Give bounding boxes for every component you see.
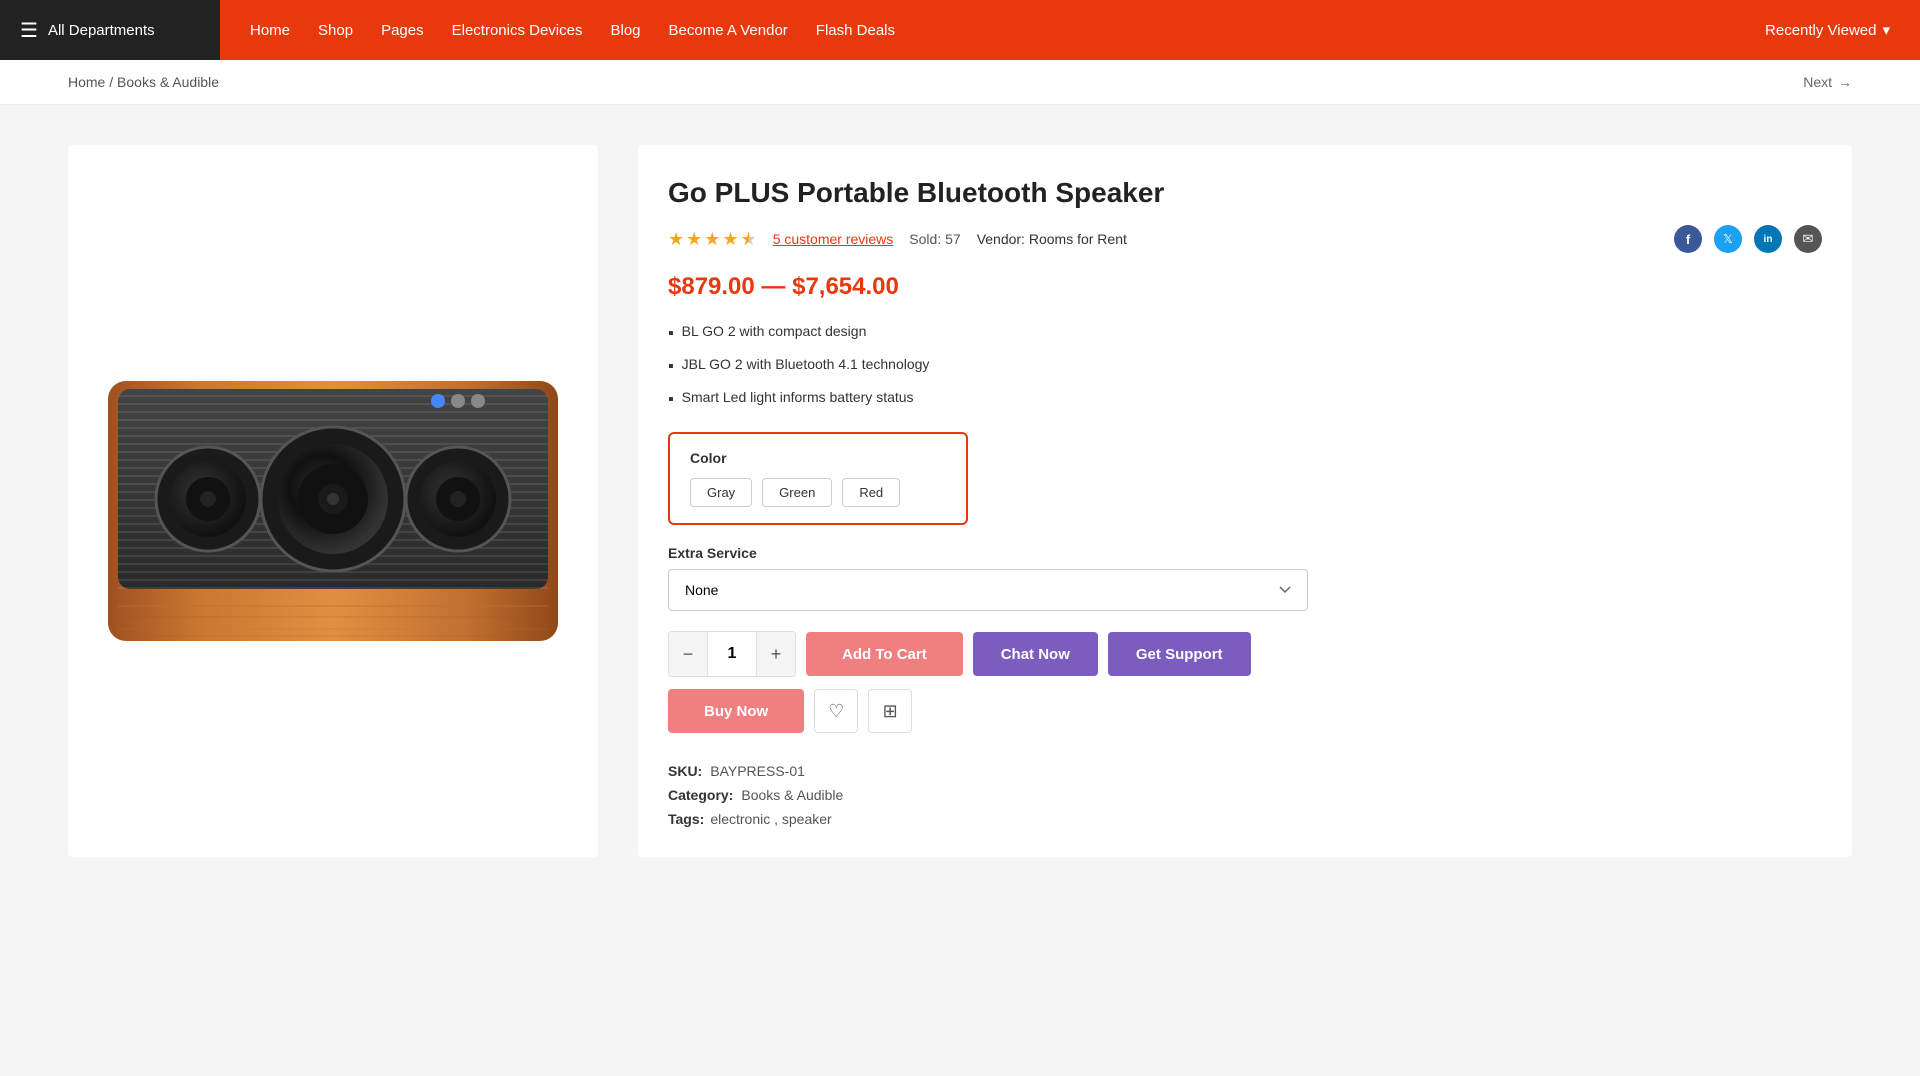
color-label: Color bbox=[690, 450, 946, 466]
breadcrumb: Home / Books & Audible bbox=[68, 74, 219, 90]
sku-value: BAYPRESS-01 bbox=[710, 763, 805, 779]
social-share: f 𝕏 in ✉ bbox=[1674, 225, 1822, 253]
star-2: ★ bbox=[686, 229, 702, 250]
main-content: Go PLUS Portable Bluetooth Speaker ★ ★ ★… bbox=[0, 105, 1920, 897]
secondary-row: Buy Now ♡ ⊞ bbox=[668, 689, 1822, 733]
chevron-down-icon: ▾ bbox=[1882, 21, 1890, 39]
sold-count: Sold: 57 bbox=[909, 231, 960, 247]
nav-shop[interactable]: Shop bbox=[318, 22, 353, 39]
action-row: − + Add To Cart Chat Now Get Support bbox=[668, 631, 1822, 677]
feature-item: ▪ BL GO 2 with compact design bbox=[668, 321, 1822, 346]
category-value: Books & Audible bbox=[741, 787, 843, 803]
sku-row: SKU: BAYPRESS-01 bbox=[668, 763, 1822, 779]
quantity-increase-btn[interactable]: + bbox=[757, 632, 795, 676]
all-departments-btn[interactable]: ☰ All Departments bbox=[0, 0, 220, 60]
buy-now-button[interactable]: Buy Now bbox=[668, 689, 804, 733]
star-5-half: ★★ bbox=[741, 229, 757, 250]
color-btn-green[interactable]: Green bbox=[762, 478, 832, 507]
bullet-icon: ▪ bbox=[668, 355, 674, 379]
nav-electronics[interactable]: Electronics Devices bbox=[452, 22, 583, 39]
hamburger-icon: ☰ bbox=[20, 18, 38, 43]
category-row: Category: Books & Audible bbox=[668, 787, 1822, 803]
add-to-cart-button[interactable]: Add To Cart bbox=[806, 632, 963, 676]
twitter-share-btn[interactable]: 𝕏 bbox=[1714, 225, 1742, 253]
nav-home[interactable]: Home bbox=[250, 22, 290, 39]
nav-flash-deals[interactable]: Flash Deals bbox=[816, 22, 895, 39]
recently-viewed-menu[interactable]: Recently Viewed ▾ bbox=[1735, 21, 1920, 39]
color-section: Color Gray Green Red bbox=[668, 432, 968, 525]
feature-item: ▪ Smart Led light informs battery status bbox=[668, 387, 1822, 412]
heart-icon: ♡ bbox=[828, 701, 844, 722]
color-options: Gray Green Red bbox=[690, 478, 946, 507]
tags-label: Tags: bbox=[668, 811, 704, 827]
breadcrumb-current: Books & Audible bbox=[117, 74, 219, 90]
main-nav: Home Shop Pages Electronics Devices Blog… bbox=[220, 22, 1735, 39]
nav-vendor[interactable]: Become A Vendor bbox=[669, 22, 788, 39]
quantity-decrease-btn[interactable]: − bbox=[669, 632, 707, 676]
bullet-icon: ▪ bbox=[668, 322, 674, 346]
email-share-btn[interactable]: ✉ bbox=[1794, 225, 1822, 253]
category-label: Category: bbox=[668, 787, 733, 803]
star-3: ★ bbox=[704, 229, 720, 250]
extra-service-select[interactable]: None bbox=[668, 569, 1308, 611]
recently-viewed-label: Recently Viewed bbox=[1765, 22, 1876, 39]
header: ☰ All Departments Home Shop Pages Electr… bbox=[0, 0, 1920, 60]
compare-icon: ⊞ bbox=[883, 701, 898, 722]
breadcrumb-home[interactable]: Home bbox=[68, 74, 105, 90]
features-list: ▪ BL GO 2 with compact design ▪ JBL GO 2… bbox=[668, 321, 1822, 412]
feature-text-2: JBL GO 2 with Bluetooth 4.1 technology bbox=[682, 354, 930, 375]
vendor-info: Vendor: Rooms for Rent bbox=[977, 231, 1127, 247]
chat-now-button[interactable]: Chat Now bbox=[973, 632, 1098, 676]
product-image bbox=[88, 321, 578, 681]
feature-item: ▪ JBL GO 2 with Bluetooth 4.1 technology bbox=[668, 354, 1822, 379]
color-btn-gray[interactable]: Gray bbox=[690, 478, 752, 507]
all-departments-label: All Departments bbox=[48, 22, 155, 39]
quantity-control: − + bbox=[668, 631, 796, 677]
product-image-container bbox=[68, 145, 598, 857]
sku-label: SKU: bbox=[668, 763, 702, 779]
wishlist-button[interactable]: ♡ bbox=[814, 689, 858, 733]
product-meta: ★ ★ ★ ★ ★★ 5 customer reviews Sold: 57 V… bbox=[668, 225, 1822, 253]
facebook-share-btn[interactable]: f bbox=[1674, 225, 1702, 253]
linkedin-share-btn[interactable]: in bbox=[1754, 225, 1782, 253]
color-btn-red[interactable]: Red bbox=[842, 478, 900, 507]
get-support-button[interactable]: Get Support bbox=[1108, 632, 1251, 676]
breadcrumb-bar: Home / Books & Audible Next → bbox=[0, 60, 1920, 105]
arrow-right-icon: → bbox=[1838, 74, 1852, 90]
quantity-input[interactable] bbox=[707, 632, 757, 676]
tags-value: electronic , speaker bbox=[710, 811, 831, 827]
compare-button[interactable]: ⊞ bbox=[868, 689, 912, 733]
product-info: SKU: BAYPRESS-01 Category: Books & Audib… bbox=[668, 763, 1822, 827]
feature-text-3: Smart Led light informs battery status bbox=[682, 387, 914, 408]
next-label: Next bbox=[1803, 74, 1832, 90]
feature-text-1: BL GO 2 with compact design bbox=[682, 321, 867, 342]
extra-service-section: Extra Service None bbox=[668, 545, 1822, 611]
product-details: Go PLUS Portable Bluetooth Speaker ★ ★ ★… bbox=[638, 145, 1852, 857]
star-4: ★ bbox=[722, 229, 738, 250]
next-link[interactable]: Next → bbox=[1803, 74, 1852, 90]
breadcrumb-separator: / bbox=[109, 74, 113, 90]
star-rating: ★ ★ ★ ★ ★★ bbox=[668, 229, 757, 250]
nav-blog[interactable]: Blog bbox=[611, 22, 641, 39]
bullet-icon: ▪ bbox=[668, 388, 674, 412]
tags-row: Tags: electronic , speaker bbox=[668, 811, 1822, 827]
price-range: $879.00 — $7,654.00 bbox=[668, 273, 1822, 301]
star-1: ★ bbox=[668, 229, 684, 250]
extra-service-label: Extra Service bbox=[668, 545, 1822, 561]
nav-pages[interactable]: Pages bbox=[381, 22, 424, 39]
product-title: Go PLUS Portable Bluetooth Speaker bbox=[668, 175, 1822, 211]
reviews-link[interactable]: 5 customer reviews bbox=[773, 231, 894, 247]
